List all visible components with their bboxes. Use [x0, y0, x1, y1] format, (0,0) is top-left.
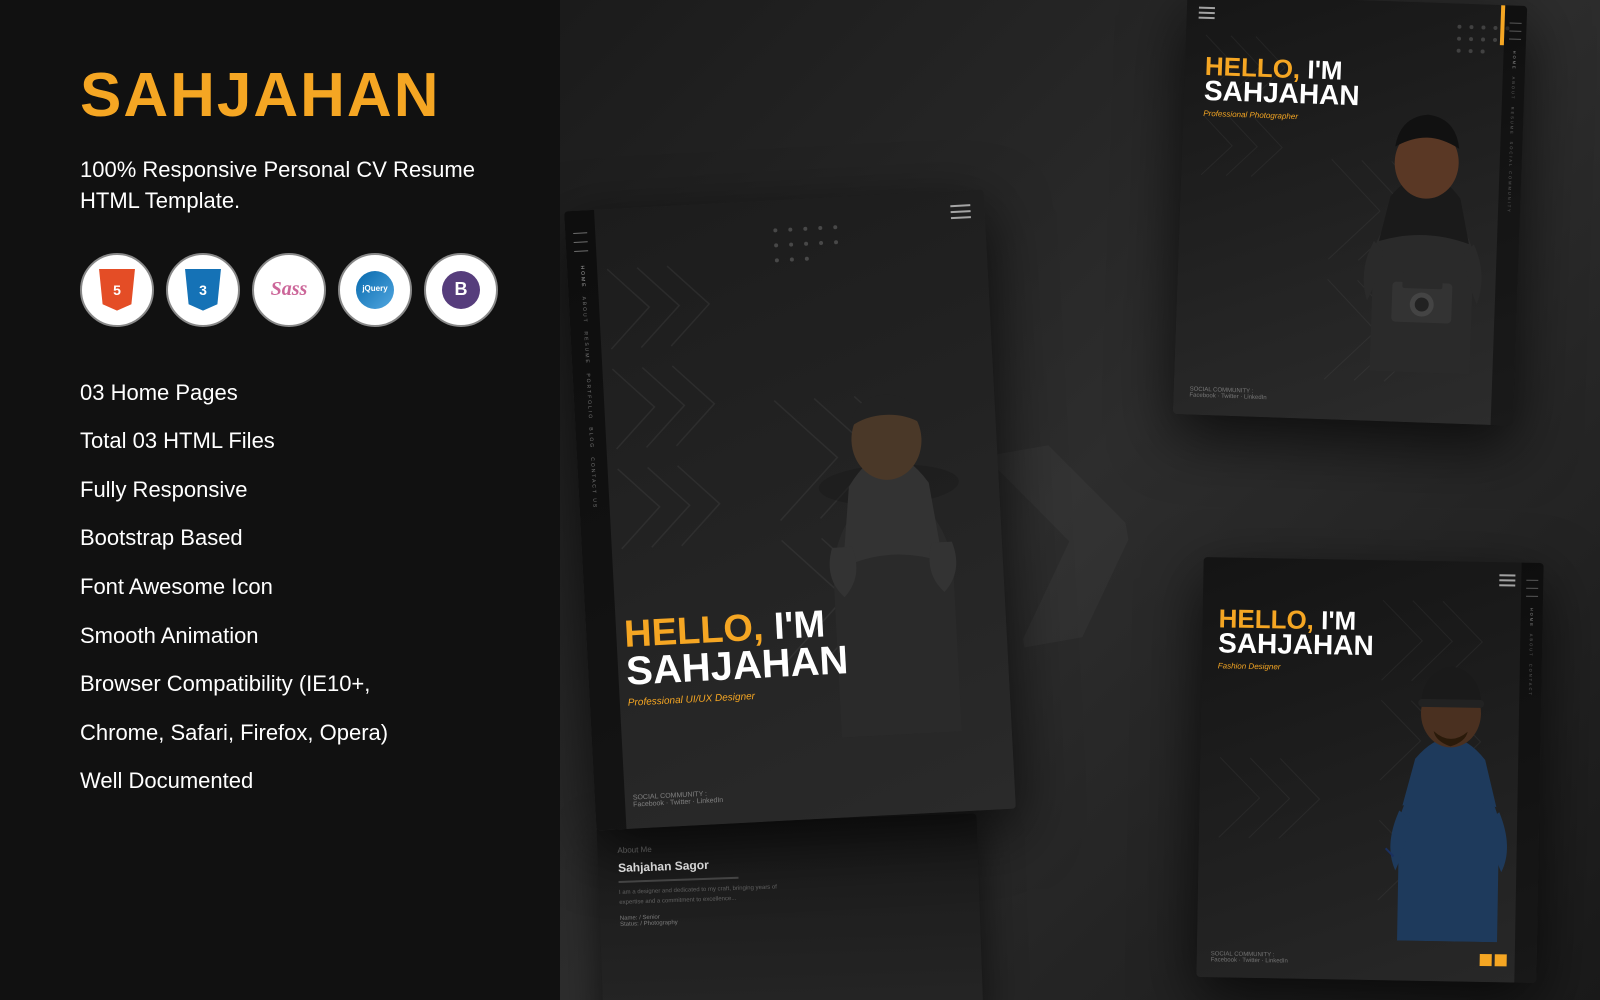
center-nav-resume: RESUME: [582, 332, 590, 366]
feature-browser-list: Chrome, Safari, Firefox, Opera): [80, 709, 500, 758]
topright-menu-icon: [1199, 7, 1215, 20]
bottomright-accent: [1480, 954, 1507, 966]
center-name-text: SAHJAHAN: [625, 642, 849, 690]
feature-home-pages: 03 Home Pages: [80, 369, 500, 418]
feature-font-awesome: Font Awesome Icon: [80, 563, 500, 612]
bottomright-menu-icon: [1499, 574, 1515, 586]
bottom-mockup-text: About Me Sahjahan Sagor I am a designer …: [617, 840, 800, 928]
feature-responsive: Fully Responsive: [80, 466, 500, 515]
mockup-bottom: About Me Sahjahan Sagor I am a designer …: [597, 813, 984, 1000]
feature-documented: Well Documented: [80, 757, 500, 806]
center-nav-blog: BLOG: [587, 428, 594, 450]
topright-name-text: SAHJAHAN: [1204, 78, 1360, 109]
badge-bootstrap: B: [424, 253, 498, 327]
center-nav-contact: CONTACT US: [589, 457, 598, 509]
brand-subtitle: 100% Responsive Personal CV Resume HTML …: [80, 155, 500, 217]
center-menu-icon: [950, 204, 971, 219]
center-nav-about: ABOUT: [581, 296, 588, 324]
feature-list: 03 Home Pages Total 03 HTML Files Fully …: [80, 369, 500, 806]
mockup-center: HOME ABOUT RESUME PORTFOLIO BLOG CONTACT…: [564, 189, 1016, 830]
badge-sass: Sass: [252, 253, 326, 327]
right-panel: ›: [520, 0, 1600, 1000]
center-nav-home: HOME: [579, 265, 586, 288]
mockup-bottom-right: HOME ABOUT CONTACT HELLO, I'M SAHJAHAN F…: [1196, 557, 1543, 983]
badge-jquery: jQuery: [338, 253, 412, 327]
brand-title: SAHJAHAN: [80, 60, 500, 131]
bottomright-name-text: SAHJAHAN: [1218, 631, 1374, 659]
mockup-area: ›: [520, 0, 1600, 1000]
badge-css3: [166, 253, 240, 327]
mockup-top-right: HOME ABOUT RESUME SOCIAL COMMUNITY HELLO…: [1173, 0, 1527, 426]
tech-badges: Sass jQuery B: [80, 253, 500, 327]
feature-browser-compat: Browser Compatibility (IE10+,: [80, 660, 500, 709]
feature-bootstrap: Bootstrap Based: [80, 514, 500, 563]
bottomright-social: SOCIAL COMMUNITY :Facebook · Twitter · L…: [1211, 951, 1288, 964]
bottomright-hello-section: HELLO, I'M SAHJAHAN Fashion Designer: [1218, 607, 1375, 672]
badge-html5: [80, 253, 154, 327]
feature-animation: Smooth Animation: [80, 612, 500, 661]
center-nav-portfolio: PORTFOLIO: [585, 373, 593, 420]
feature-html-files: Total 03 HTML Files: [80, 417, 500, 466]
topright-hello-section: HELLO, I'M SAHJAHAN Professional Photogr…: [1203, 55, 1361, 123]
center-hello-section: HELLO, I'M SAHJAHAN Professional UI/UX D…: [623, 606, 850, 709]
left-panel: SAHJAHAN 100% Responsive Personal CV Res…: [0, 0, 560, 1000]
